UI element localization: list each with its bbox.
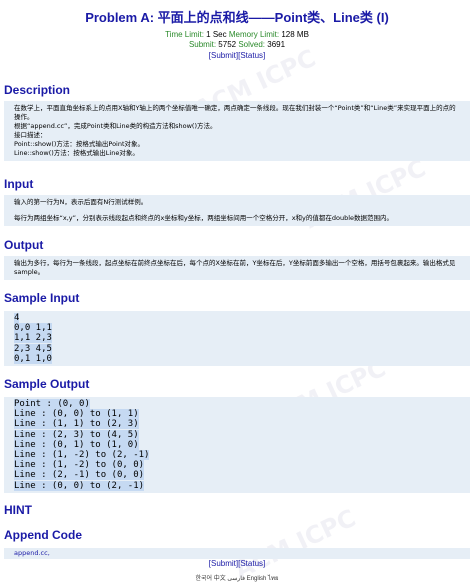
description-line: 在数学上，平面直角坐标系上的点用X轴和Y轴上的两个坐标值唯一确定，两点确定一条线… [14,104,456,121]
sample-output-line: Line : (2, 3) to (4, 5) [14,429,139,440]
time-limit-value: 1 Sec [206,30,227,39]
solved-count: 3691 [267,40,286,49]
memory-limit-label: Memory Limit: [228,30,280,39]
description-line: Point::show()方法：按格式输出Point对象。 [14,140,145,148]
top-links: [Submit][Status] [0,51,474,60]
input-line: 输入的第一行为N，表示后面有N行测试样例。 [14,198,148,206]
lang-chinese[interactable]: 中文 [214,576,226,582]
output-box: 输出为多行，每行为一条线段，起点坐标在前终点坐标在后，每个点的X坐标在前，Y坐标… [4,256,470,280]
sample-input-section: Sample Input 4 0,0 1,1 1,1 2,3 2,3 4,5 0… [0,291,474,367]
footer-status-link[interactable]: [Status] [238,559,265,568]
description-section: Description 在数学上，平面直角坐标系上的点用X轴和Y轴上的两个坐标值… [0,83,474,161]
sample-input-line: 0,1 1,0 [14,353,52,364]
lang-farsi[interactable]: فارسی [227,576,245,582]
sample-output-box[interactable]: Point : (0, 0) Line : (0, 0) to (1, 1) L… [4,397,470,493]
description-heading: Description [4,83,71,97]
sample-input-line: 4 [14,313,20,323]
output-section: Output 输出为多行，每行为一条线段，起点坐标在前终点坐标在后，每个点的X坐… [0,238,474,280]
description-box: 在数学上，平面直角坐标系上的点用X轴和Y轴上的两个坐标值唯一确定，两点确定一条线… [4,101,470,161]
description-line: 根据“append.cc”，完成Point类和Line类的构造方法和show()… [14,122,217,130]
output-heading: Output [4,238,44,252]
hint-section: HINT [0,503,474,517]
sample-input-line: 1,1 2,3 [14,333,52,344]
sample-input-heading: Sample Input [4,291,80,305]
append-code-heading: Append Code [4,528,82,542]
solved-count-label: Solved: [238,40,266,49]
description-line: 接口描述： [14,131,47,139]
input-heading: Input [4,177,34,191]
sample-output-section: Sample Output Point : (0, 0) Line : (0, … [0,377,474,493]
lang-thai[interactable]: ไทย [268,576,279,582]
submit-link[interactable]: [Submit] [209,51,238,60]
description-line: Line::show()方法：按格式输出Line对象。 [14,149,139,157]
sample-output-line: Line : (0, 1) to (1, 0) [14,439,139,450]
bottom-links: [Submit][Status] [0,559,474,568]
problem-limits: Time Limit: 1 Sec Memory Limit: 128 MB S… [0,30,474,50]
sample-output-heading: Sample Output [4,377,90,391]
sample-output-line: Point : (0, 0) [14,399,90,409]
sample-input-box[interactable]: 4 0,0 1,1 1,1 2,3 2,3 4,5 0,1 1,0 [4,311,470,367]
hint-heading: HINT [4,503,32,517]
append-code-section: Append Code append.cc, [0,528,474,559]
submit-count-label: Submit: [188,40,217,49]
sample-output-line: Line : (0, 0) to (2, -1) [14,480,145,491]
sample-output-line: Line : (1, 1) to (2, 3) [14,419,139,430]
submit-count: 5752 [218,40,237,49]
input-line: 每行为两组坐标“x,y”，分别表示线段起点和终点的x坐标和y坐标，两组坐标间用一… [14,214,394,222]
footer: [Submit][Status] 한국어 中文 فارسی English ไท… [0,558,474,583]
sample-output-line: Line : (2, -1) to (0, 0) [14,470,145,481]
memory-limit-value: 128 MB [281,30,309,39]
lang-english[interactable]: English [247,576,267,582]
input-box: 输入的第一行为N，表示后面有N行测试样例。 每行为两组坐标“x,y”，分别表示线… [4,195,470,226]
append-cc-link[interactable]: append.cc, [14,549,50,557]
lang-korean[interactable]: 한국어 [195,576,212,582]
status-link[interactable]: [Status] [238,51,265,60]
problem-title: Problem A: 平面上的点和线——Point类、Line类 (I) [85,10,389,25]
sample-output-line: Line : (0, 0) to (1, 1) [14,409,139,420]
time-limit-label: Time Limit: [165,30,204,39]
input-section: Input 输入的第一行为N，表示后面有N行测试样例。 每行为两组坐标“x,y”… [0,177,474,226]
sample-output-line: Line : (1, -2) to (2, -1) [14,450,150,461]
footer-submit-link[interactable]: [Submit] [209,559,238,568]
sample-input-line: 0,0 1,1 [14,323,52,334]
sample-output-line: Line : (1, -2) to (0, 0) [14,460,145,471]
sample-input-line: 2,3 4,5 [14,343,52,354]
output-line: 输出为多行，每行为一条线段，起点坐标在前终点坐标在后，每个点的X坐标在前，Y坐标… [14,259,456,276]
